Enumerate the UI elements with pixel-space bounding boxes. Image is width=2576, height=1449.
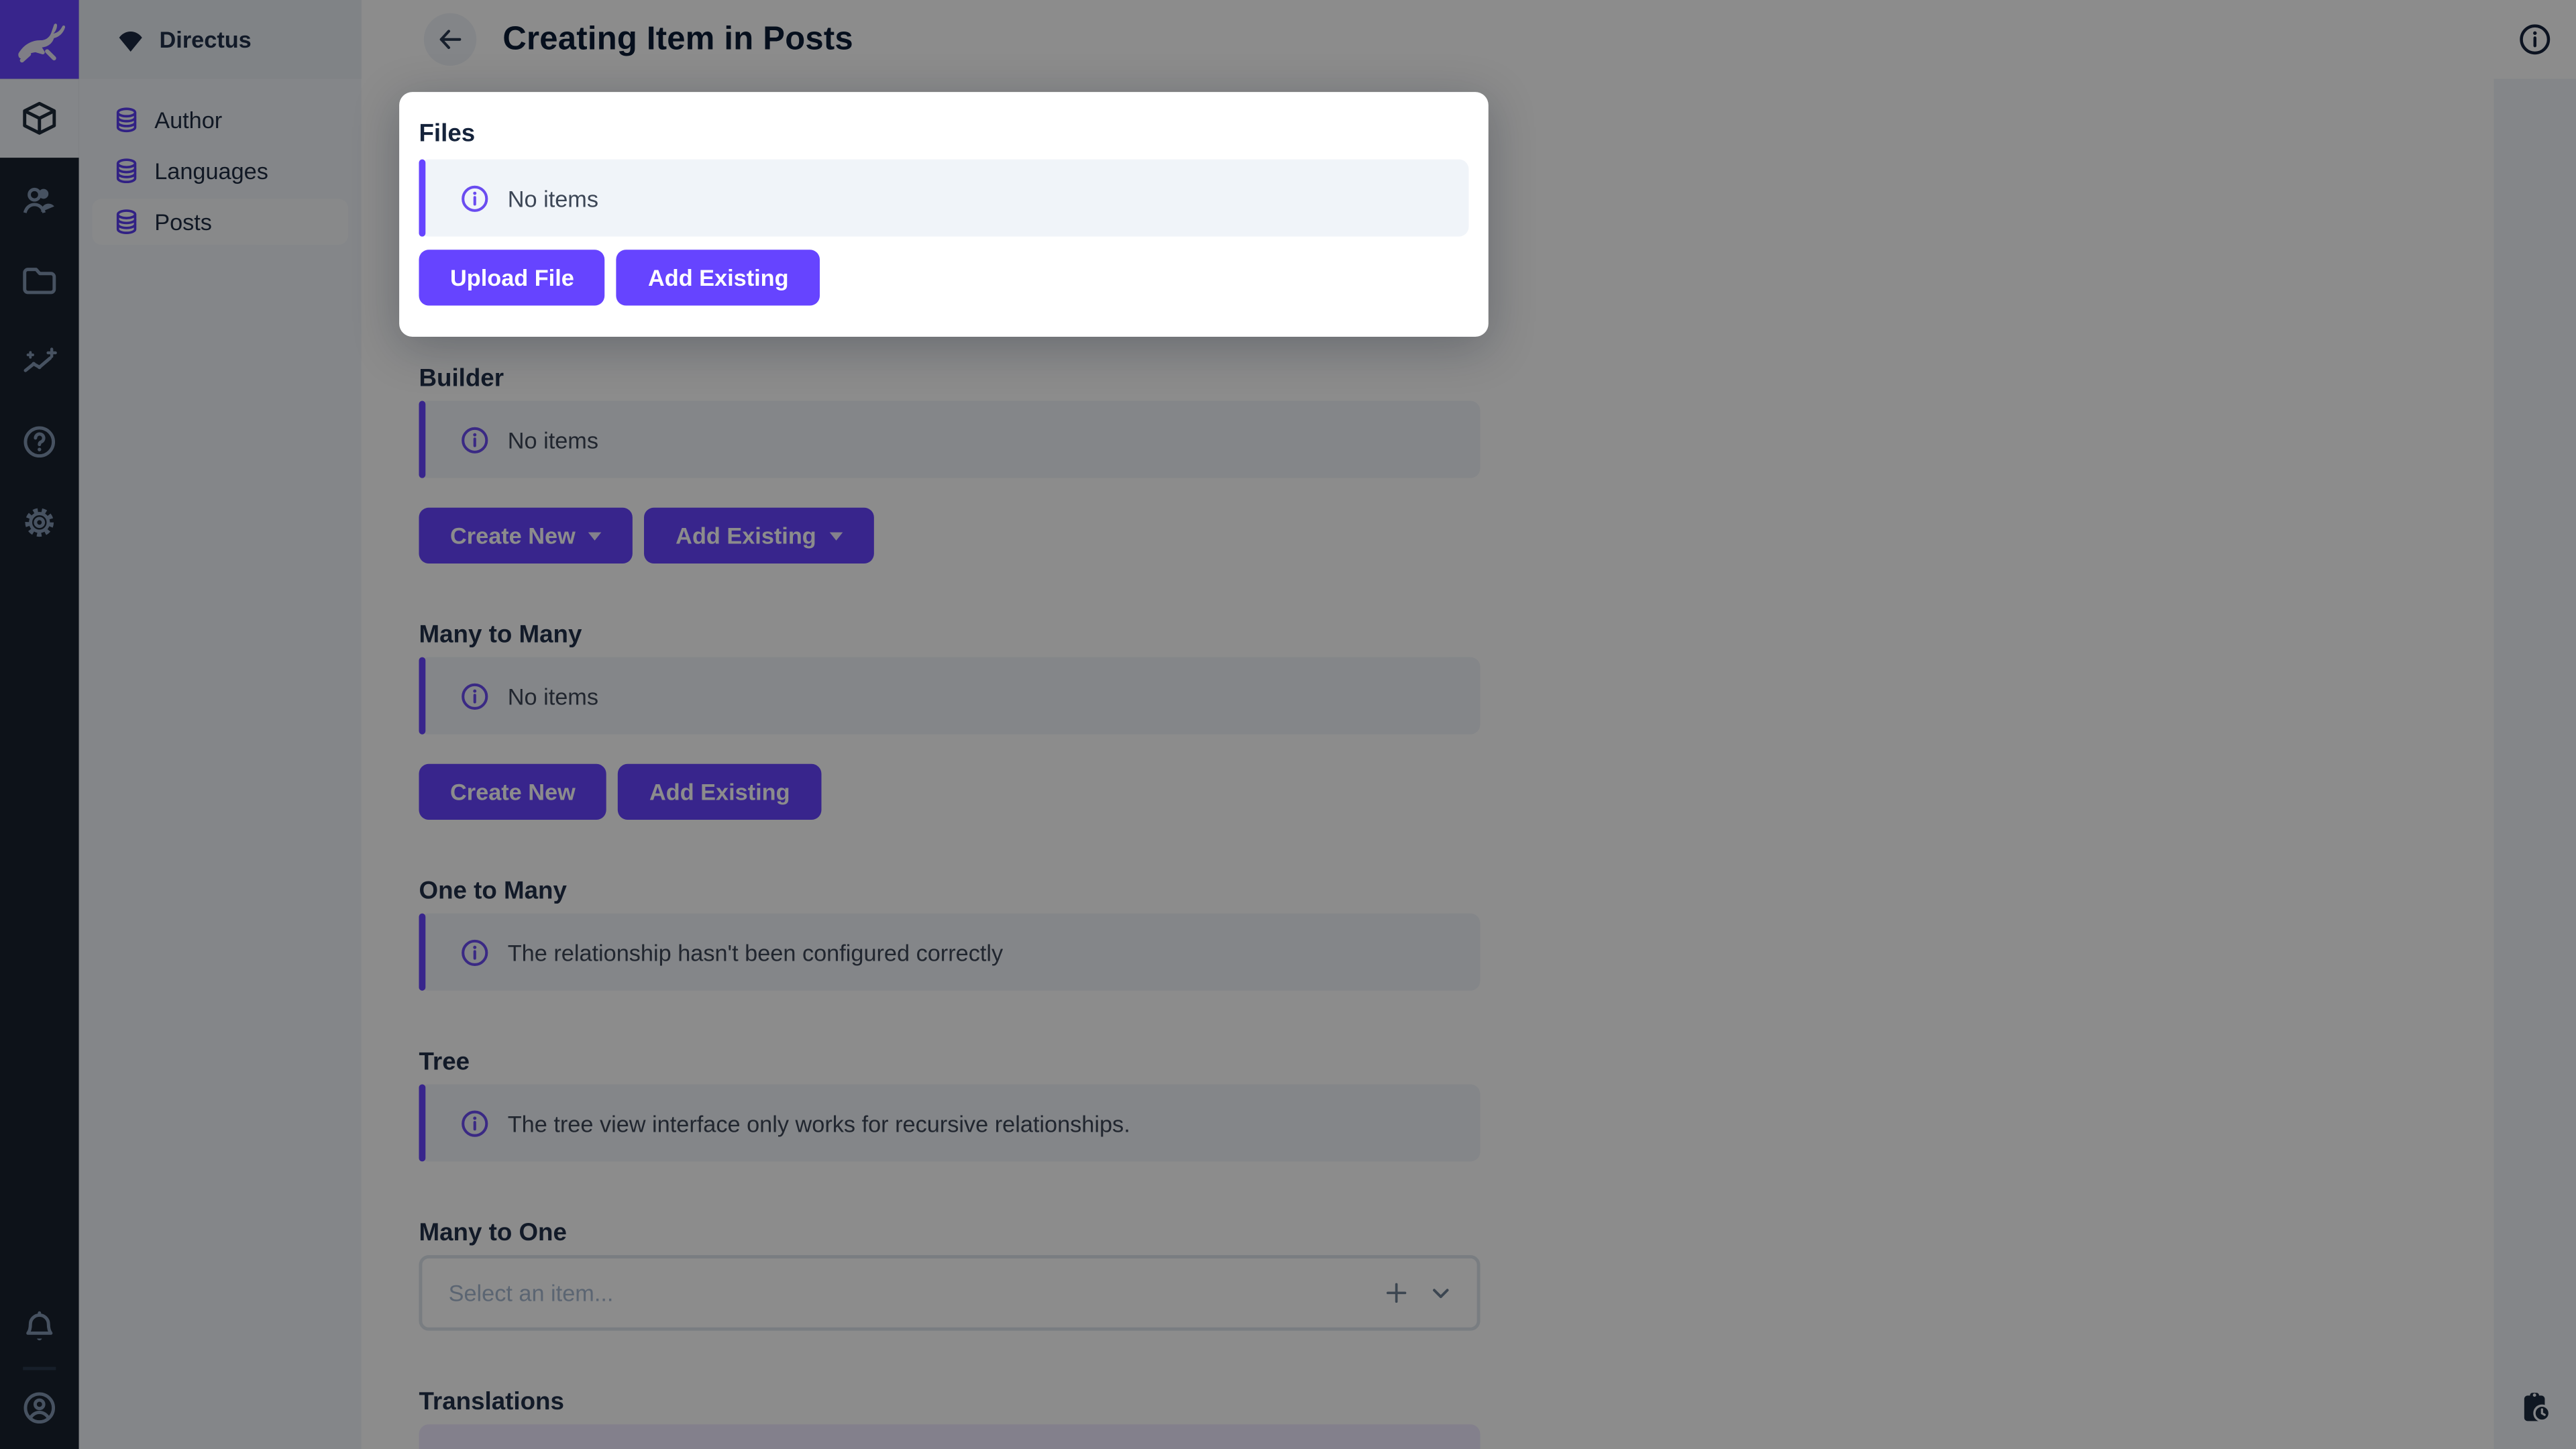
app: Directus Author Languages Posts Creating… [0, 0, 2576, 1449]
field-label: Files [419, 119, 476, 148]
notice-info-icon [462, 184, 488, 211]
add-existing-button[interactable]: Add Existing [616, 250, 820, 306]
files-field-modal: Files No items Upload File Add Existing [399, 92, 1489, 337]
notice-text: No items [507, 184, 599, 211]
button-row: Upload File Add Existing [419, 250, 1468, 306]
notice: No items [419, 159, 1469, 237]
upload-file-button[interactable]: Upload File [419, 250, 606, 306]
screen: Directus Author Languages Posts Creating… [0, 0, 2576, 1449]
button-label: Upload File [450, 264, 574, 291]
button-label: Add Existing [648, 264, 789, 291]
